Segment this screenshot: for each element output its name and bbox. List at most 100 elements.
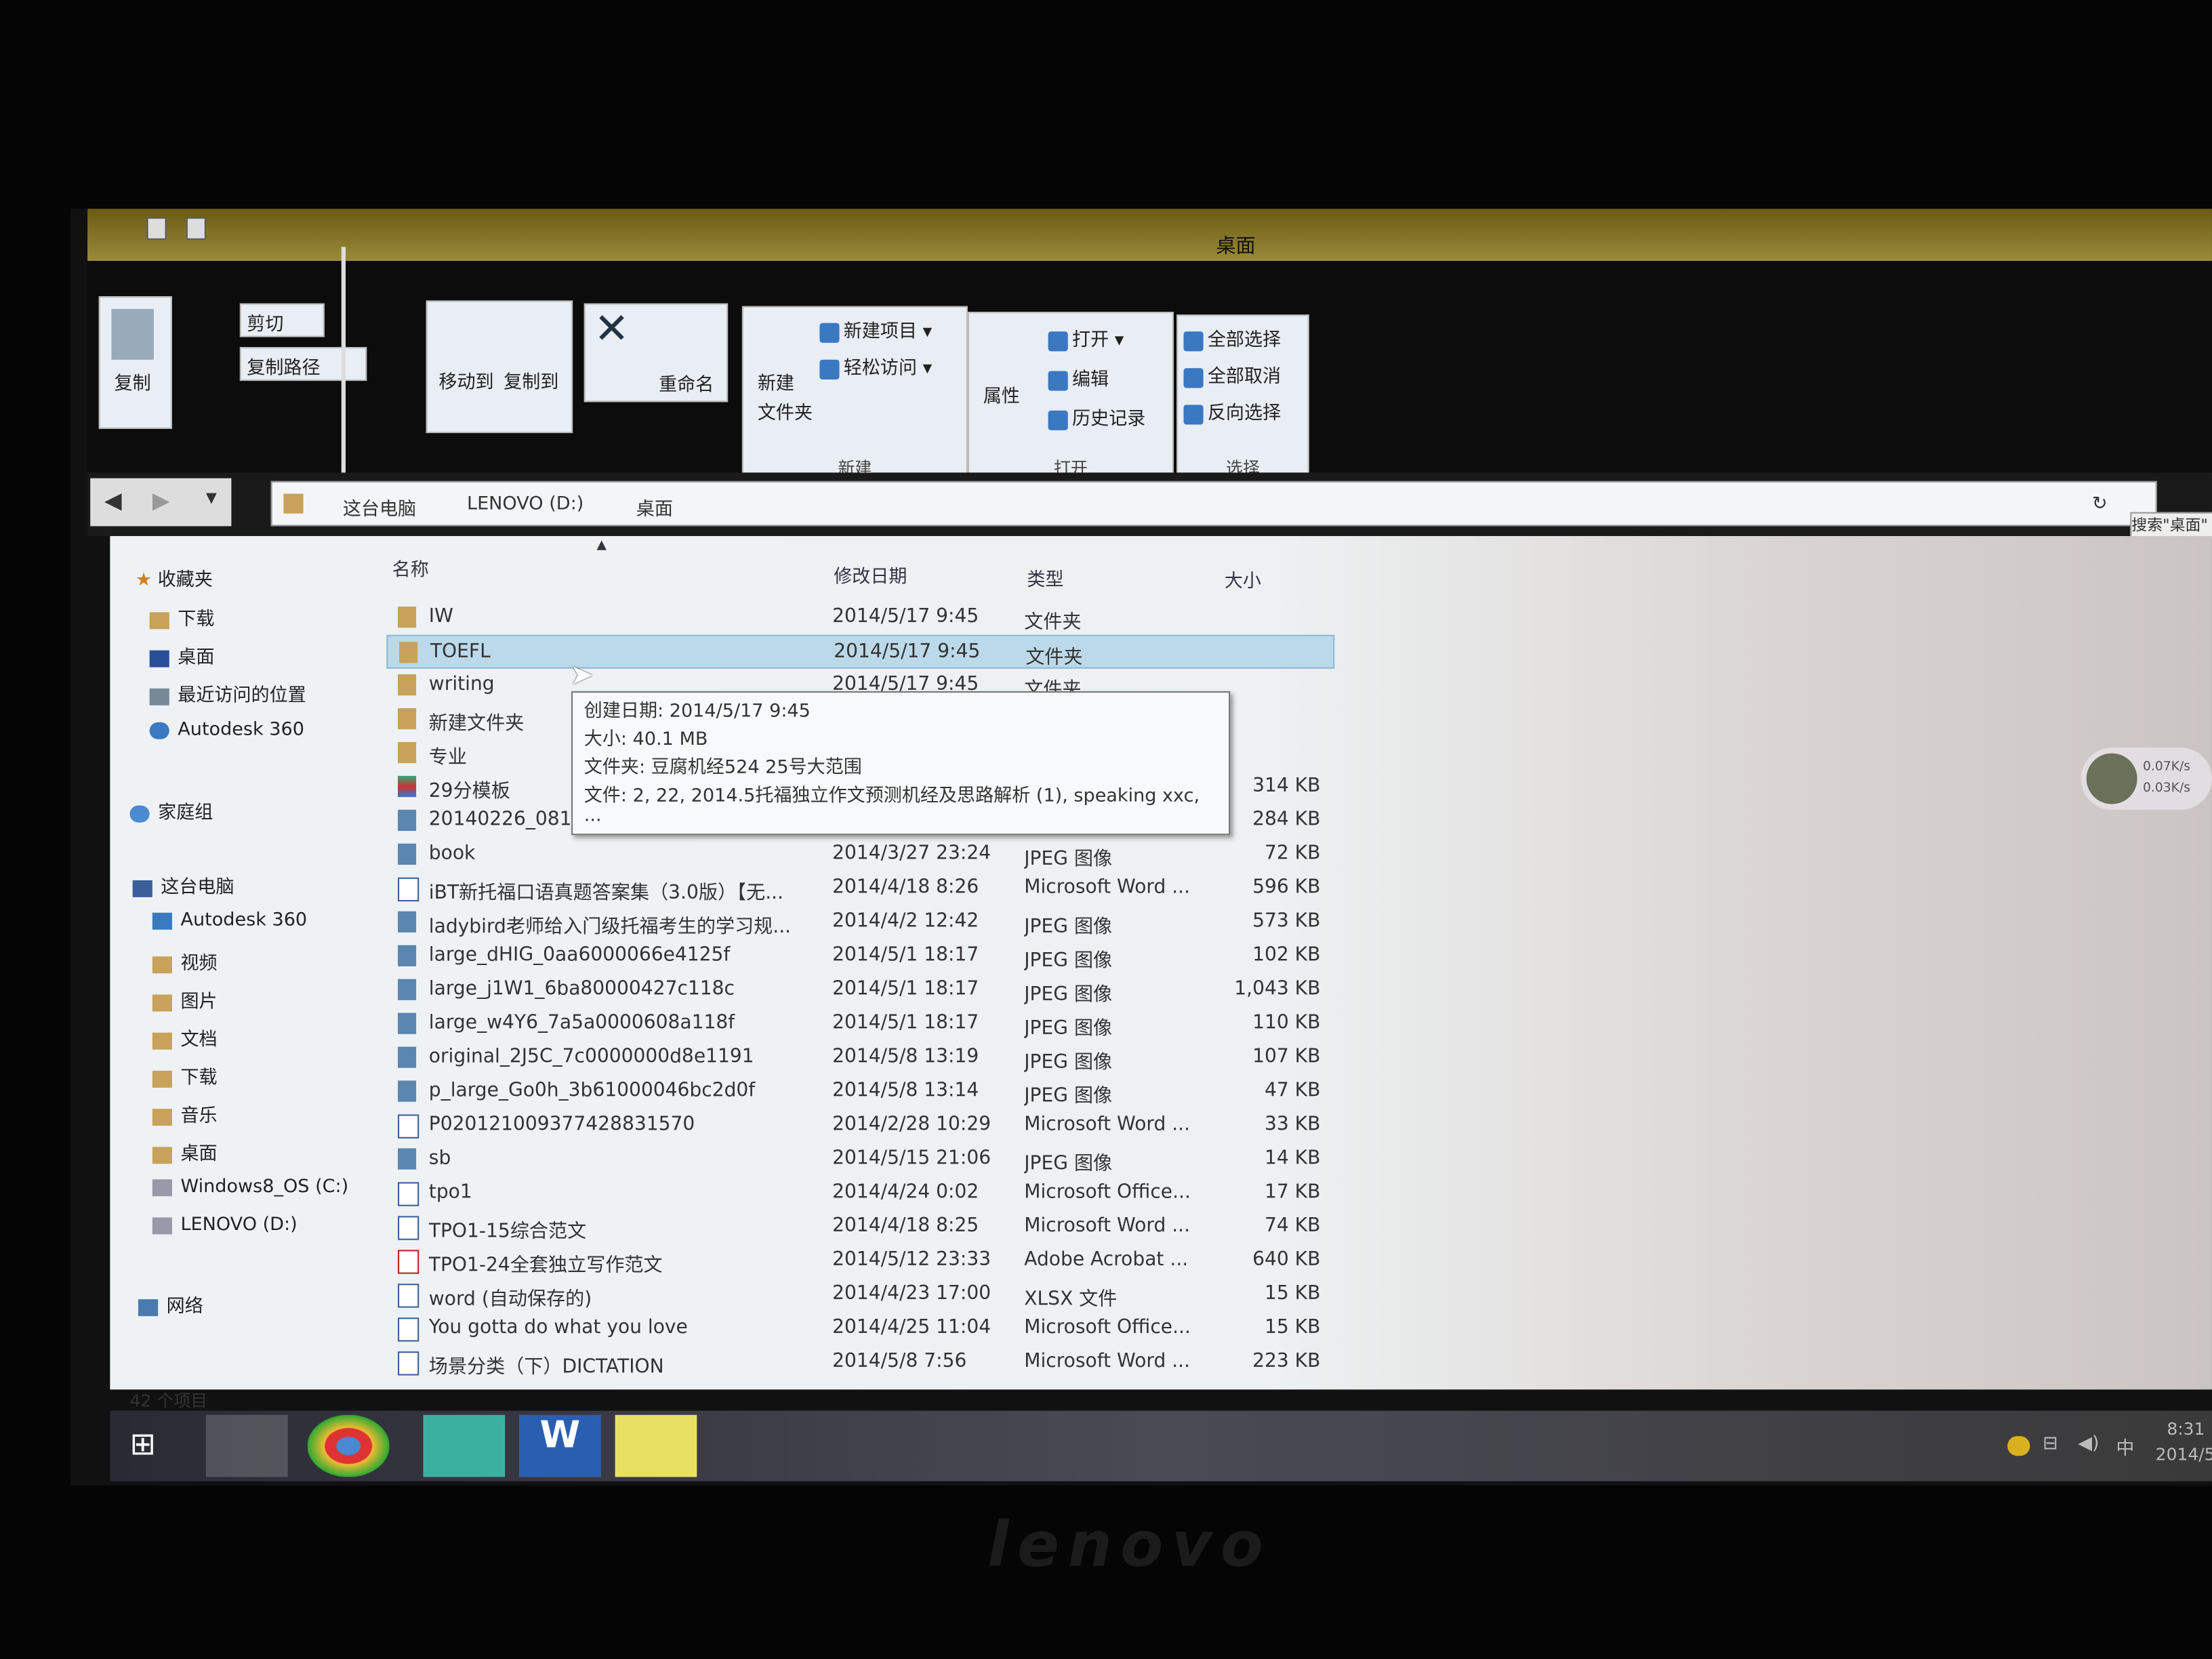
column-header-size[interactable]: 大小: [1225, 566, 1261, 592]
breadcrumb-this-pc[interactable]: 这台电脑: [343, 494, 416, 520]
address-row: ◀ ▶ ▼ 这台电脑 LENOVO (D:) 桌面 ↻ 搜索"桌面": [87, 472, 2212, 541]
open-label: 打开 ▾: [1072, 330, 1124, 352]
file-row[interactable]: large_w4Y6_7a5a0000608a118f 2014/5/1 18:1…: [386, 1007, 1332, 1040]
lenovo-bezel-logo: lenovo: [987, 1509, 1272, 1582]
file-row[interactable]: You gotta do what you love 2014/4/25 11:0…: [386, 1312, 1332, 1343]
file-name: P020121009377428831570: [428, 1113, 695, 1136]
folder-tooltip: 创建日期: 2014/5/17 9:45 大小: 40.1 MB 文件夹: 豆腐…: [571, 691, 1231, 836]
file-row[interactable]: book 2014/3/27 23:24 JPEG 图像 72 KB: [386, 838, 1332, 870]
new-folder-quick-icon[interactable]: [186, 217, 206, 240]
breadcrumb-desktop[interactable]: 桌面: [636, 494, 673, 520]
file-row[interactable]: 场景分类（下）DICTATION 2014/5/8 7:56 Microsoft W…: [386, 1346, 1332, 1378]
file-type: Microsoft Word ...: [1024, 1113, 1191, 1136]
tray-volume-icon[interactable]: ◀): [2078, 1433, 2099, 1454]
address-bar[interactable]: 这台电脑 LENOVO (D:) 桌面 ↻: [270, 480, 2157, 527]
file-row[interactable]: TPO1-24全套独立写作范文 2014/5/12 23:33 Adobe Acro…: [386, 1244, 1332, 1277]
open-button[interactable]: 打开 ▾: [1048, 325, 1124, 352]
file-date: 2014/5/8 13:19: [832, 1045, 979, 1068]
folder-icon: [283, 493, 304, 514]
file-row[interactable]: original_2J5C_7c0000000d8e1191 2014/5/8 1…: [386, 1041, 1332, 1073]
delete-icon[interactable]: ✕: [594, 305, 629, 354]
file-type: Adobe Acrobat ...: [1024, 1248, 1189, 1271]
nav-pc-item[interactable]: 音乐: [152, 1101, 218, 1127]
nav-pc-item[interactable]: Autodesk 360: [152, 910, 307, 931]
new-folder-button[interactable]: 新建 文件夹: [758, 369, 813, 428]
file-row[interactable]: p_large_Go0h_3b61000046bc2d0f 2014/5/8 13…: [386, 1075, 1332, 1108]
back-icon[interactable]: ◀: [104, 487, 122, 514]
nav-pc-item[interactable]: LENOVO (D:): [152, 1214, 298, 1235]
edit-button[interactable]: 编辑: [1048, 364, 1109, 391]
nav-pc-item[interactable]: 下载: [152, 1062, 218, 1089]
file-size: 223 KB: [1252, 1350, 1321, 1373]
network-speed-widget[interactable]: 0.07K/s 0.03K/s: [2081, 747, 2212, 810]
nav-network[interactable]: 网络: [138, 1291, 203, 1317]
tray-ime[interactable]: 中: [2116, 1433, 2134, 1460]
nav-pc-item[interactable]: 文档: [152, 1024, 218, 1051]
file-row[interactable]: large_j1W1_6ba80000427c118c 2014/5/1 18:1…: [386, 973, 1332, 1006]
history-dropdown-icon[interactable]: ▼: [206, 491, 217, 506]
file-row[interactable]: sb 2014/5/15 21:06 JPEG 图像 14 KB: [386, 1143, 1332, 1175]
nav-fav-downloads[interactable]: 下载: [149, 604, 214, 630]
file-row[interactable]: tpo1 2014/4/24 0:02 Microsoft Office... 17 …: [386, 1176, 1332, 1208]
copy-path-button[interactable]: 复制路径: [239, 347, 367, 382]
file-name: book: [428, 842, 476, 865]
nav-fav-autodesk[interactable]: Autodesk 360: [149, 720, 304, 741]
rename-button[interactable]: 重命名: [659, 369, 714, 396]
windows-start-icon[interactable]: ⊞: [130, 1428, 156, 1463]
file-row[interactable]: word (自动保存的) 2014/4/23 17:00 XLSX 文件 15 KB: [386, 1278, 1332, 1311]
nav-label: Windows8_OS (C:): [180, 1176, 349, 1198]
file-row[interactable]: P020121009377428831570 2014/2/28 10:29 Mic…: [386, 1109, 1332, 1140]
forward-icon[interactable]: ▶: [152, 487, 170, 514]
select-none-button[interactable]: 全部取消: [1183, 361, 1281, 388]
new-item-label: 新建项目 ▾: [843, 321, 933, 343]
file-row[interactable]: large_dHIG_0aa6000066e4125f 2014/5/1 18:1…: [386, 939, 1332, 972]
properties-quick-icon[interactable]: [146, 217, 167, 240]
img-icon: [398, 1080, 417, 1102]
column-header-type[interactable]: 类型: [1027, 565, 1063, 591]
copy-to-button[interactable]: 复制到: [504, 367, 558, 394]
nav-pc-item[interactable]: 桌面: [152, 1139, 218, 1165]
tray-360-icon[interactable]: [2007, 1436, 2030, 1456]
tray-time[interactable]: 8:31: [2167, 1419, 2205, 1439]
nav-pc-item[interactable]: 视频: [152, 948, 218, 975]
new-item-icon: [819, 322, 840, 342]
nav-this-pc[interactable]: 这台电脑: [132, 872, 234, 899]
select-all-button[interactable]: 全部选择: [1183, 325, 1281, 351]
file-row[interactable]: TOEFL 2014/5/17 9:45 文件夹: [386, 634, 1335, 669]
taskbar-chrome-icon[interactable]: [307, 1414, 390, 1477]
nav-homegroup[interactable]: 家庭组: [129, 797, 213, 824]
tray-network-icon[interactable]: ⊟: [2043, 1433, 2058, 1454]
breadcrumb-drive[interactable]: LENOVO (D:): [467, 494, 583, 515]
cut-button[interactable]: 剪切: [239, 303, 325, 337]
nav-fav-recent[interactable]: 最近访问的位置: [149, 680, 306, 707]
nav-pc-item[interactable]: Windows8_OS (C:): [152, 1176, 348, 1197]
copy-button[interactable]: 复制: [98, 296, 172, 429]
file-row[interactable]: TPO1-15综合范文 2014/4/18 8:25 Microsoft Word …: [386, 1210, 1332, 1243]
move-to-button[interactable]: 移动到: [438, 367, 493, 394]
file-type: JPEG 图像: [1024, 1084, 1113, 1108]
folder-icon: [399, 642, 418, 663]
invert-selection-button[interactable]: 反向选择: [1183, 398, 1281, 425]
nav-fav-desktop[interactable]: 桌面: [149, 642, 214, 669]
copy-label: 复制: [114, 373, 151, 395]
open-icon: [1048, 331, 1068, 351]
refresh-icon[interactable]: ↻: [2092, 494, 2108, 515]
taskbar-file-explorer-icon[interactable]: [205, 1414, 288, 1477]
file-size: 102 KB: [1252, 943, 1321, 966]
file-row[interactable]: IW 2014/5/17 9:45 文件夹: [386, 601, 1332, 634]
column-header-name[interactable]: 名称: [392, 554, 429, 581]
file-row[interactable]: ladybird老师给入门级托福考生的学习规... 2014/4/2 12:42 J…: [386, 905, 1332, 938]
new-item-button[interactable]: 新建项目 ▾: [819, 316, 932, 343]
column-header-date[interactable]: 修改日期: [834, 561, 907, 588]
file-row[interactable]: iBT新托福口语真题答案集（3.0版）【无... 2014/4/18 8:26 Mi…: [386, 872, 1332, 904]
taskbar-wps-icon[interactable]: W: [519, 1414, 601, 1477]
nav-favorites[interactable]: ★ 收藏夹: [136, 565, 213, 591]
tray-date[interactable]: 2014/5/: [2156, 1445, 2212, 1465]
properties-button[interactable]: 属性: [983, 381, 1020, 407]
easy-access-button[interactable]: 轻松访问 ▾: [819, 352, 932, 380]
taskbar-360-icon[interactable]: [615, 1414, 697, 1477]
history-button[interactable]: 历史记录: [1048, 403, 1145, 430]
nav-pc-item[interactable]: 图片: [152, 986, 218, 1013]
file-size: 14 KB: [1264, 1147, 1321, 1170]
taskbar-app-icon[interactable]: [423, 1414, 506, 1477]
